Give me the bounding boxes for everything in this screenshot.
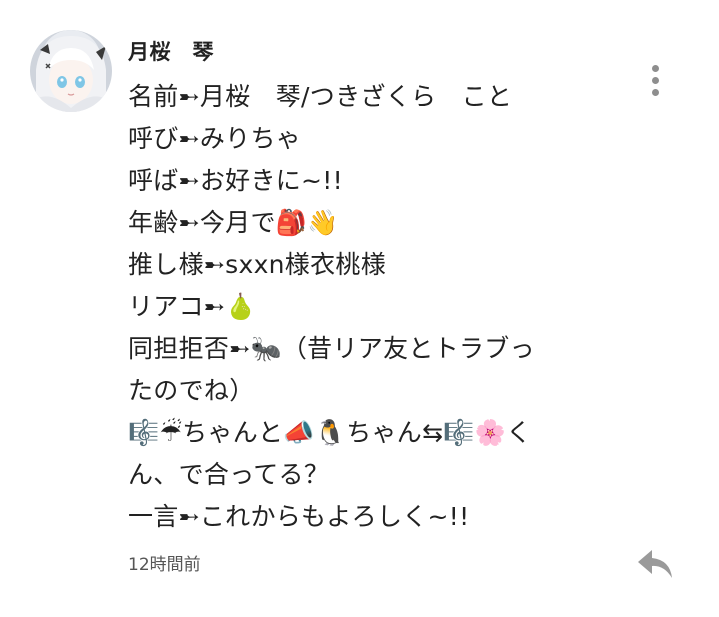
comment-line: 呼び➸みりちゃ (128, 124, 302, 153)
more-options-button[interactable] (640, 58, 670, 102)
comment-line: ん、で合ってる？ (128, 460, 330, 489)
comment-line: 呼ば➸お好きに~!! (128, 166, 343, 195)
comment-line: 推し様➸sxxn様衣桃様 (128, 250, 387, 279)
more-vertical-icon-dot (651, 88, 659, 96)
avatar-illustration (30, 30, 112, 112)
comment-line: 年齢➸今月で🎒👋 (128, 208, 339, 237)
comment-line: 名前➸月桜 琴/つきざくら こと (128, 82, 513, 111)
comment-card: 月桜 琴 名前➸月桜 琴/つきざくら こと 呼び➸みりちゃ 呼ば➸お好きに~!!… (0, 0, 719, 617)
comment-timestamp: 12時間前 (128, 555, 201, 575)
more-vertical-icon (651, 64, 659, 72)
comment-line: 同担拒否➸🐜（昔リア友とトラブっ (128, 334, 535, 363)
comment-body: 名前➸月桜 琴/つきざくら こと 呼び➸みりちゃ 呼ば➸お好きに~!! 年齢➸今… (128, 76, 598, 538)
comment-line: たのでね） (128, 376, 255, 405)
avatar[interactable] (30, 30, 112, 112)
reply-arrow-icon (638, 550, 672, 578)
comment-line: 🎼☔ちゃんと📣🐧ちゃん⇆🎼🌸く (128, 418, 532, 447)
more-vertical-icon-dot (651, 76, 659, 84)
comment-author[interactable]: 月桜 琴 (128, 36, 214, 66)
comment-line: リアコ➸🍐 (128, 292, 257, 321)
reply-button[interactable] (634, 546, 676, 582)
comment-line: 一言➸これからもよろしく~!! (128, 502, 470, 531)
